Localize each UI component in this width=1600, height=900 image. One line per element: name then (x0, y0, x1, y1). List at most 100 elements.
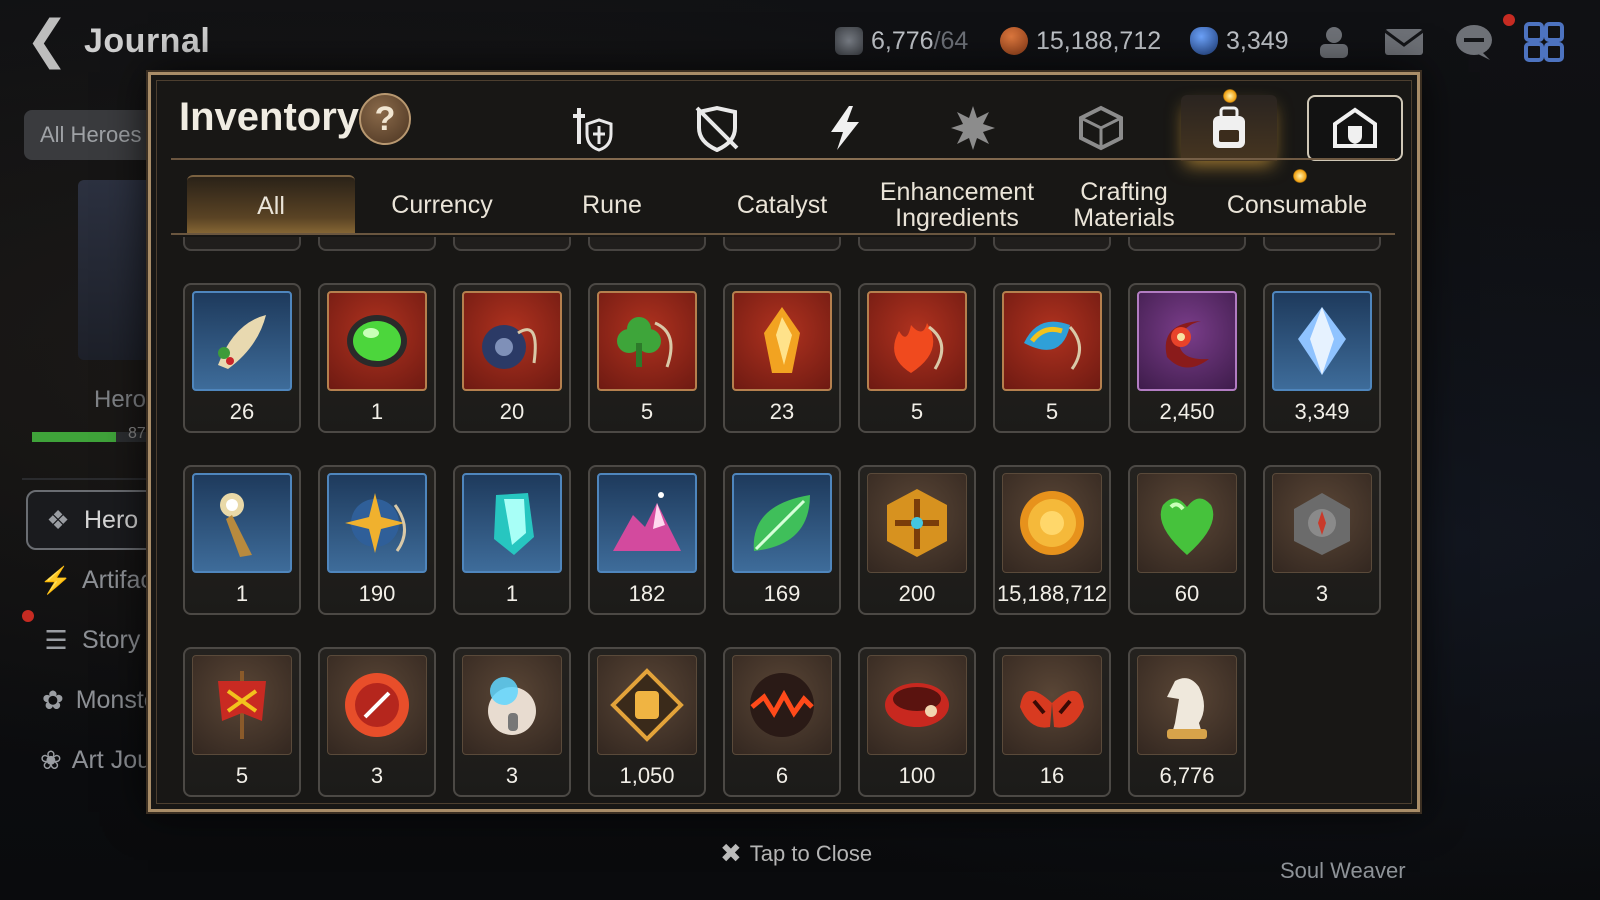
tab-artifact[interactable] (797, 95, 893, 161)
item-frame (1137, 291, 1237, 391)
item-frame (327, 291, 427, 391)
inventory-item[interactable]: 5 (858, 283, 976, 433)
inventory-item[interactable]: 20 (453, 283, 571, 433)
tab-emblem[interactable] (925, 95, 1021, 161)
sidebar-item-art-journal[interactable]: ❀ Art Journal (26, 730, 166, 790)
tab-equipment[interactable] (669, 95, 765, 161)
menu-grid-icon[interactable] (1520, 20, 1568, 64)
story-notification-dot (22, 610, 34, 622)
mail-icon[interactable] (1380, 20, 1428, 64)
filter-tab-catalyst[interactable]: Catalyst (702, 175, 862, 235)
item-frame (327, 655, 427, 755)
item-slot[interactable] (183, 237, 301, 251)
friends-icon[interactable] (1310, 20, 1358, 64)
filter-tab-all[interactable]: All (187, 175, 355, 235)
inventory-item[interactable]: 3 (318, 647, 436, 797)
dragon-icon: ✿ (41, 684, 64, 715)
inventory-item[interactable]: 169 (723, 465, 841, 615)
inventory-item[interactable]: 1 (318, 283, 436, 433)
inventory-item[interactable]: 3 (1263, 465, 1381, 615)
stamina-icon (835, 27, 863, 55)
inventory-item[interactable]: 1 (453, 465, 571, 615)
item-frame (462, 473, 562, 573)
tab-hero-equipment[interactable] (541, 95, 637, 161)
all-heroes-filter[interactable]: All Heroes (24, 110, 154, 160)
header-divider (171, 158, 1395, 160)
chess-knight-icon (1167, 678, 1207, 739)
hero-progress-value: 87 (128, 425, 146, 442)
inventory-item[interactable]: 5 (183, 647, 301, 797)
item-quantity: 15,188,712 (996, 581, 1108, 606)
inventory-item[interactable]: 23 (723, 283, 841, 433)
item-quantity: 6 (775, 763, 789, 788)
inventory-item[interactable]: 182 (588, 465, 706, 615)
inventory-item[interactable]: 16 (993, 647, 1111, 797)
red-wings-icon (1020, 690, 1084, 728)
inventory-item[interactable]: 15,188,712 (993, 465, 1111, 615)
tab-new-glow (1223, 89, 1237, 103)
help-button[interactable]: ? (359, 93, 411, 145)
sidebar-item-artifact[interactable]: ⚡ Artifact (26, 550, 166, 610)
item-quantity: 3 (505, 763, 519, 788)
sidebar-item-monster[interactable]: ✿ Monster (26, 670, 166, 730)
item-grid: 26 1 20 5 23 5 5 2,450 3,349 1 190 1 182 169 200 15,188… (175, 237, 1395, 802)
item-slot[interactable] (453, 237, 571, 251)
flame-pendant-icon (894, 323, 944, 373)
item-quantity: 5 (235, 763, 249, 788)
fist-emblem-icon (610, 668, 684, 742)
stamina-counter: 6,776 /64 (835, 24, 968, 58)
sidebar-item-hero[interactable]: ❖ Hero (26, 490, 166, 550)
inventory-item[interactable]: 6,776 (1128, 647, 1246, 797)
inventory-item[interactable]: 200 (858, 465, 976, 615)
inventory-item[interactable]: 1 (183, 465, 301, 615)
tab-backpack[interactable] (1181, 95, 1277, 161)
lightning-icon: ⚡ (39, 564, 73, 595)
filter-tab-rune[interactable]: Rune (532, 175, 692, 235)
back-arrow-icon[interactable]: ❮ (22, 14, 72, 66)
inventory-item[interactable]: 60 (1128, 465, 1246, 615)
filter-tab-enhancement[interactable]: Enhancement Ingredients (872, 175, 1042, 235)
sidebar-item-label: Story (82, 625, 141, 654)
item-slot[interactable] (993, 237, 1111, 251)
inventory-item[interactable]: 26 (183, 283, 301, 433)
sidebar-item-story[interactable]: ☰ Story (26, 610, 166, 670)
inventory-item[interactable]: 3,349 (1263, 283, 1381, 433)
inventory-item[interactable]: 5 (588, 283, 706, 433)
inventory-item[interactable]: 3 (453, 647, 571, 797)
filter-tab-currency[interactable]: Currency (362, 175, 522, 235)
inventory-item[interactable]: 5 (993, 283, 1111, 433)
item-slot[interactable] (1128, 237, 1246, 251)
item-slot[interactable] (858, 237, 976, 251)
inventory-item[interactable]: 6 (723, 647, 841, 797)
inventory-item[interactable]: 1,050 (588, 647, 706, 797)
inventory-item[interactable]: 100 (858, 647, 976, 797)
red-ring-icon (885, 683, 949, 727)
item-frame (867, 655, 967, 755)
item-quantity: 100 (898, 763, 936, 788)
close-hint[interactable]: ✖ Tap to Close (720, 838, 872, 869)
lightning-icon (831, 106, 859, 150)
item-slot[interactable] (723, 237, 841, 251)
item-frame (1272, 291, 1372, 391)
chat-icon[interactable] (1450, 20, 1498, 64)
filter-tab-crafting[interactable]: Crafting Materials (1049, 175, 1199, 235)
item-slot[interactable] (588, 237, 706, 251)
tab-cube[interactable] (1053, 95, 1149, 161)
filter-tab-consumable[interactable]: Consumable (1207, 175, 1387, 235)
item-frame (1002, 473, 1102, 573)
inventory-title: Inventory (179, 95, 360, 139)
dark-pendant-icon (482, 325, 537, 369)
item-quantity: 20 (499, 399, 525, 424)
item-quantity: 1,050 (619, 763, 675, 788)
inventory-item[interactable]: 2,450 (1128, 283, 1246, 433)
scroll-icon: ☰ (44, 624, 68, 655)
tab-storage[interactable] (1307, 95, 1403, 161)
item-slot[interactable] (318, 237, 436, 251)
item-slot[interactable] (1263, 237, 1381, 251)
inventory-item[interactable]: 190 (318, 465, 436, 615)
item-frame (867, 291, 967, 391)
stone-compass-icon (1294, 493, 1350, 555)
hero-card[interactable] (78, 180, 158, 360)
gold-coin-icon (1020, 491, 1084, 555)
item-quantity: 2,450 (1159, 399, 1215, 424)
